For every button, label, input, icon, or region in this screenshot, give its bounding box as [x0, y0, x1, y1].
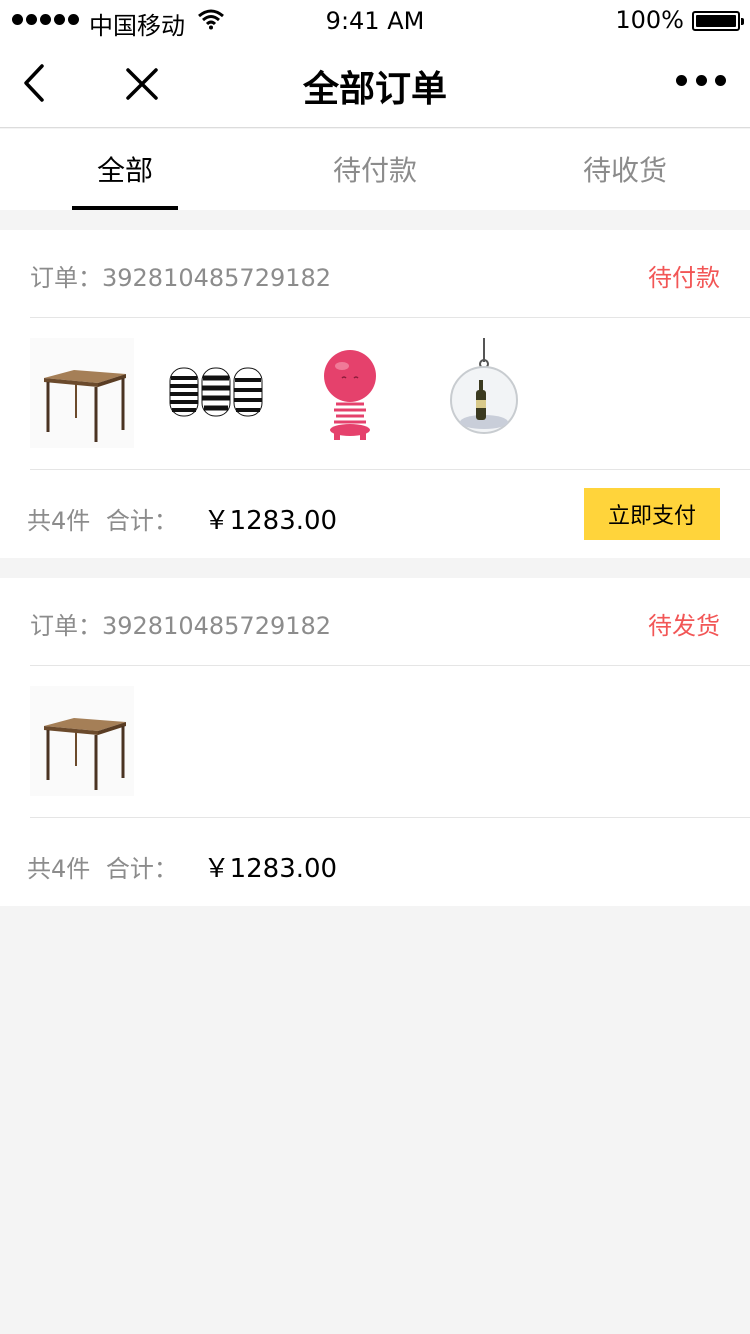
- order-header: 订单：392810485729182 待付款: [30, 258, 720, 293]
- more-icon[interactable]: [676, 70, 726, 90]
- order-summary: 共4件 合计： ￥1283.00: [27, 848, 337, 885]
- wooden-table-image[interactable]: [30, 338, 134, 448]
- order-card[interactable]: 订单：392810485729182 待付款 共4件 合计： ￥1283.00 …: [0, 230, 750, 558]
- order-status: 待发货: [648, 612, 720, 640]
- order-total: ￥1283.00: [203, 506, 338, 536]
- pink-spring-figure-image[interactable]: [298, 338, 402, 448]
- order-number: 392810485729182: [102, 612, 332, 640]
- order-summary: 共4件 合计： ￥1283.00: [27, 500, 337, 537]
- divider: [30, 665, 750, 666]
- divider: [30, 817, 750, 818]
- order-card[interactable]: 订单：392810485729182 待发货 共4件 合计： ￥1283.00: [0, 578, 750, 906]
- status-bar: 中国移动 9:41 AM 100%: [0, 0, 750, 40]
- order-tabs: 全部 待付款 待收货: [0, 129, 750, 210]
- battery-icon: [692, 11, 744, 31]
- striped-vases-image[interactable]: [164, 338, 268, 448]
- item-count: 共4件: [27, 855, 91, 883]
- order-total: ￥1283.00: [203, 854, 338, 884]
- page-title: 全部订单: [302, 69, 447, 110]
- divider: [30, 317, 750, 318]
- top-bar: 中国移动 9:41 AM 100% 全部订单: [0, 0, 750, 128]
- order-number: 392810485729182: [102, 264, 332, 292]
- pay-now-button[interactable]: 立即支付: [584, 488, 720, 540]
- battery-percent: 100%: [615, 6, 684, 34]
- divider: [30, 469, 750, 470]
- total-label: 合计：: [105, 855, 178, 883]
- hanging-bubble-bottle-image[interactable]: [432, 338, 536, 448]
- order-number-label: 订单：: [30, 264, 102, 292]
- order-status: 待付款: [648, 264, 720, 292]
- order-header: 订单：392810485729182 待发货: [30, 606, 720, 641]
- tab-active-indicator: [72, 206, 178, 210]
- order-number-label: 订单：: [30, 612, 102, 640]
- item-count: 共4件: [27, 507, 91, 535]
- tab-pending-receipt[interactable]: 待收货: [500, 149, 750, 189]
- tab-pending-payment[interactable]: 待付款: [250, 149, 500, 189]
- wooden-table-image[interactable]: [30, 686, 134, 796]
- tab-all[interactable]: 全部: [0, 149, 250, 189]
- total-label: 合计：: [105, 507, 178, 535]
